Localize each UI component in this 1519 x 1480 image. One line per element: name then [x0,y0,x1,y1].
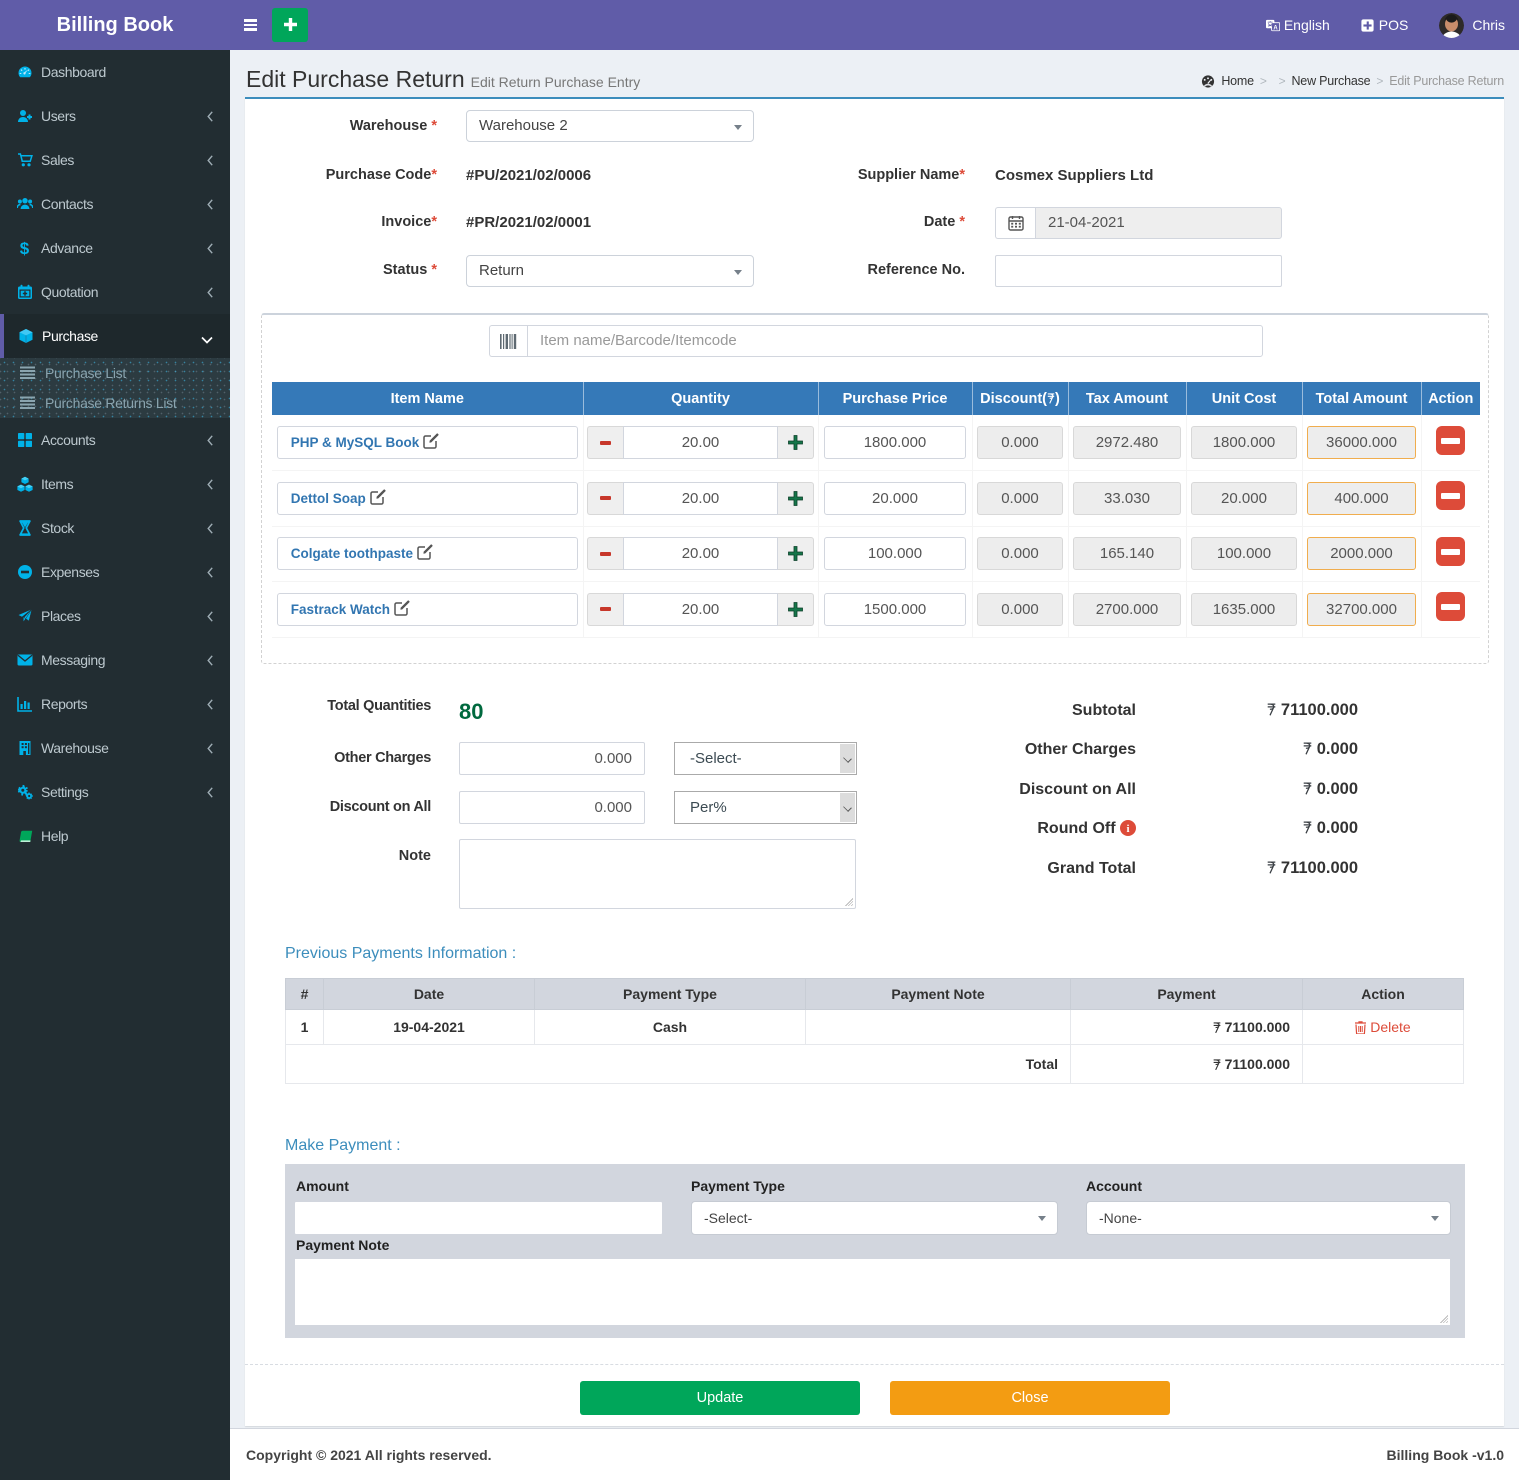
svg-text:i: i [1126,823,1129,835]
svg-text:A: A [1273,25,1278,31]
svg-text:$: $ [20,240,30,256]
